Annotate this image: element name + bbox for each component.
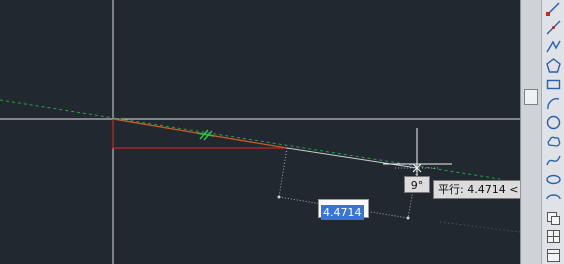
polyline-icon[interactable] [545, 38, 562, 55]
rubber-band-line [286, 147, 418, 169]
angle-tooltip: 9° [404, 176, 430, 193]
dimension-node-right [406, 216, 410, 220]
ellipse-icon[interactable] [545, 171, 562, 188]
make-block-icon[interactable] [545, 228, 562, 245]
ellipse-arc-icon[interactable] [545, 190, 562, 207]
insert-block-icon[interactable] [545, 209, 562, 226]
draw-toolbar [541, 0, 564, 264]
polygon-icon[interactable] [545, 57, 562, 74]
dimension-node-left [277, 195, 281, 199]
circle-icon[interactable] [545, 114, 562, 131]
cursor-crosshair [383, 128, 452, 182]
guide-dotted-line [439, 221, 520, 233]
polar-tracking-tooltip: 平行: 4.4714 < 351° [433, 180, 520, 199]
extension-tracking-line [0, 99, 501, 180]
line-icon[interactable] [545, 0, 562, 17]
rectangle-icon[interactable] [545, 76, 562, 93]
spline-icon[interactable] [545, 152, 562, 169]
arc-icon[interactable] [545, 95, 562, 112]
scrollbar-thumb[interactable] [524, 89, 538, 105]
parallel-snap-marker [196, 129, 215, 141]
construction-line-icon[interactable] [545, 19, 562, 36]
vertical-scrollbar[interactable] [520, 0, 541, 264]
dynamic-input-field[interactable]: 4.4714 [318, 199, 369, 220]
autocad-window: 9° 平行: 4.4714 < 351° 4.4714 [0, 0, 564, 264]
revision-cloud-icon[interactable] [545, 133, 562, 150]
drawing-svg [0, 0, 520, 264]
table-icon[interactable] [545, 247, 562, 264]
drawing-canvas[interactable]: 9° 平行: 4.4714 < 351° 4.4714 [0, 0, 520, 264]
dynamic-input-value[interactable]: 4.4714 [321, 205, 364, 220]
